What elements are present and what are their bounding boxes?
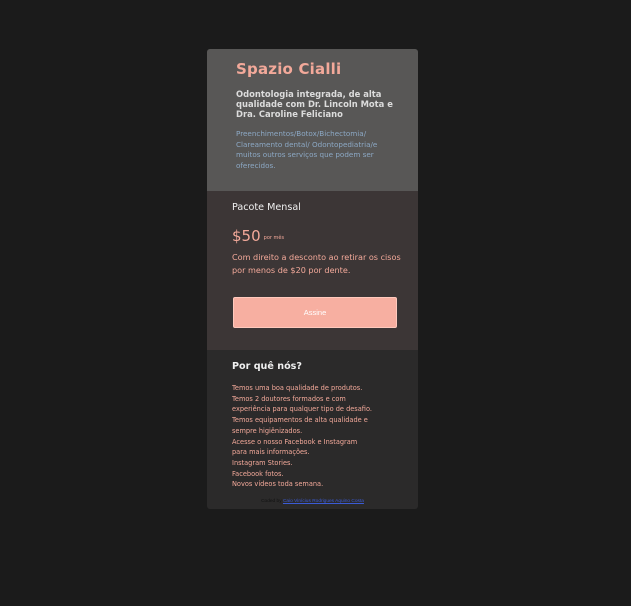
card-header: Spazio Cialli Odontologia integrada, de … xyxy=(207,49,418,191)
list-item: Temos 2 doutores formados e com xyxy=(232,394,346,403)
brand-title: Spazio Cialli xyxy=(236,60,342,78)
plan-section: Pacote Mensal $50 por mês Com direito a d… xyxy=(207,191,418,350)
subscribe-button[interactable]: Assine xyxy=(233,297,397,328)
list-item: Temos uma boa qualidade de produtos. xyxy=(232,384,363,392)
plan-price: $50 xyxy=(232,227,261,245)
plan-description: Com direito a desconto ao retirar os cis… xyxy=(232,252,401,275)
list-item: Acesse o nosso Facebook e Instagram xyxy=(232,437,358,446)
brand-subtitle: Odontologia integrada, de alta qualidade… xyxy=(236,89,393,119)
footer-credit: Coded by Caio Vinícius Rodrigues Aquino … xyxy=(207,499,418,504)
plan-title: Pacote Mensal xyxy=(232,202,301,213)
list-item: Instagram Stories. xyxy=(232,458,293,467)
list-item: experiência para qualquer tipo de desafi… xyxy=(232,405,372,414)
list-item: Facebook fotos. xyxy=(232,469,284,478)
why-us-list: Temos uma boa qualidade de produtos. Tem… xyxy=(232,383,402,490)
why-us-title: Por quê nós? xyxy=(232,361,302,372)
list-item: sempre higiênizados. xyxy=(232,426,303,435)
list-item: Temos equipamentos de alta qualidade e xyxy=(232,416,368,425)
price-unit: por mês xyxy=(263,235,285,241)
price-row: $50 por mês xyxy=(232,226,284,245)
services-text: Preenchimentos/Botox/Bichectomia/ Clarea… xyxy=(236,129,378,170)
pricing-card: Spazio Cialli Odontologia integrada, de … xyxy=(207,49,418,509)
list-item: Novos vídeos toda semana. xyxy=(232,480,324,489)
list-item: para mais informações. xyxy=(232,448,310,457)
footer-prefix: Coded by xyxy=(261,499,282,504)
author-link[interactable]: Caio Vinícius Rodrigues Aquino Costa xyxy=(283,499,364,504)
